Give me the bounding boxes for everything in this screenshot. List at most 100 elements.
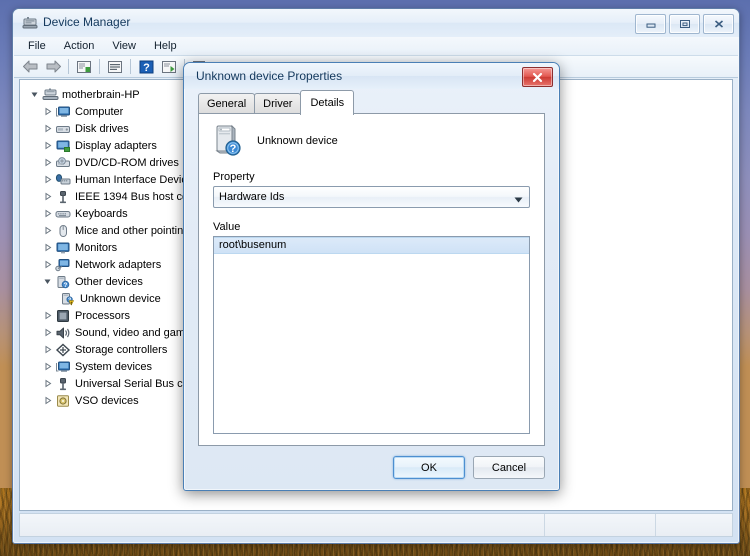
status-pane-secondary bbox=[545, 514, 656, 536]
tab-driver[interactable]: Driver bbox=[254, 93, 302, 114]
computer-icon bbox=[54, 104, 72, 120]
collapsed-twisty-icon[interactable] bbox=[41, 375, 54, 392]
value-list-item[interactable]: root\busenum bbox=[214, 237, 529, 254]
keyboard-icon bbox=[54, 206, 72, 222]
status-bar bbox=[19, 513, 733, 537]
chevron-down-icon[interactable] bbox=[514, 194, 523, 206]
dialog-tabs: General Driver Details bbox=[198, 90, 355, 115]
window-controls bbox=[635, 14, 734, 34]
window-titlebar[interactable]: Device Manager bbox=[13, 9, 739, 37]
tab-details[interactable]: Details bbox=[300, 90, 355, 115]
dialog-title: Unknown device Properties bbox=[196, 69, 343, 83]
collapsed-twisty-icon[interactable] bbox=[41, 103, 54, 120]
tree-label: VSO devices bbox=[75, 394, 139, 407]
collapsed-twisty-icon[interactable] bbox=[41, 137, 54, 154]
property-selected-value: Hardware Ids bbox=[219, 191, 285, 203]
tree-label: Computer bbox=[75, 105, 124, 118]
cancel-button[interactable]: Cancel bbox=[473, 456, 545, 479]
storage-controller-icon bbox=[54, 342, 72, 358]
value-label: Value bbox=[213, 221, 241, 233]
processor-icon bbox=[54, 308, 72, 324]
tree-label: Unknown device bbox=[80, 292, 161, 305]
svg-text:?: ? bbox=[64, 283, 68, 289]
unknown-device-icon: ? bbox=[54, 274, 72, 290]
tree-label: Sound, video and gam bbox=[75, 326, 186, 339]
back-arrow-icon[interactable] bbox=[19, 57, 41, 76]
collapsed-twisty-icon[interactable] bbox=[41, 256, 54, 273]
tree-label: Mice and other pointin bbox=[75, 224, 184, 237]
tree-label: IEEE 1394 Bus host con bbox=[75, 190, 195, 203]
collapsed-twisty-icon[interactable] bbox=[41, 171, 54, 188]
expanded-twisty-icon[interactable] bbox=[28, 86, 41, 103]
toolbar-separator bbox=[130, 59, 131, 74]
value-listbox[interactable]: root\busenum bbox=[213, 236, 530, 434]
collapsed-twisty-icon[interactable] bbox=[41, 358, 54, 375]
window-title: Device Manager bbox=[43, 15, 131, 29]
minimize-button[interactable] bbox=[635, 14, 666, 34]
dialog-buttons: OK Cancel bbox=[393, 456, 545, 479]
tree-label: Keyboards bbox=[75, 207, 128, 220]
update-driver-icon[interactable] bbox=[104, 57, 126, 76]
collapsed-twisty-icon[interactable] bbox=[41, 239, 54, 256]
display-adapter-icon bbox=[54, 138, 72, 154]
tree-label: System devices bbox=[75, 360, 153, 373]
property-dropdown[interactable]: Hardware Ids bbox=[213, 186, 530, 208]
collapsed-twisty-icon[interactable] bbox=[41, 392, 54, 409]
menu-help[interactable]: Help bbox=[146, 39, 185, 53]
forward-arrow-icon[interactable] bbox=[42, 57, 64, 76]
tree-label: Human Interface Devic bbox=[75, 173, 187, 186]
svg-text:?: ? bbox=[230, 143, 237, 155]
menu-action[interactable]: Action bbox=[56, 39, 103, 53]
status-pane-main bbox=[20, 514, 545, 536]
scan-hardware-icon[interactable] bbox=[158, 57, 180, 76]
collapsed-twisty-icon[interactable] bbox=[41, 205, 54, 222]
mouse-icon bbox=[54, 223, 72, 239]
menu-file[interactable]: File bbox=[20, 39, 54, 53]
menu-bar: File Action View Help bbox=[14, 37, 738, 56]
close-icon[interactable] bbox=[522, 67, 553, 87]
unknown-device-properties-dialog: Unknown device Properties General Driver… bbox=[183, 62, 560, 491]
tree-label: Universal Serial Bus co bbox=[75, 377, 189, 390]
close-button[interactable] bbox=[703, 14, 734, 34]
menu-view[interactable]: View bbox=[104, 39, 144, 53]
network-adapter-icon bbox=[54, 257, 72, 273]
toolbar-separator bbox=[68, 59, 69, 74]
tab-general[interactable]: General bbox=[198, 93, 256, 114]
expanded-twisty-icon[interactable] bbox=[41, 273, 54, 290]
toolbar-separator bbox=[99, 59, 100, 74]
dvd-drive-icon bbox=[54, 155, 72, 171]
property-label: Property bbox=[213, 171, 255, 183]
collapsed-twisty-icon[interactable] bbox=[41, 222, 54, 239]
collapsed-twisty-icon[interactable] bbox=[41, 188, 54, 205]
collapsed-twisty-icon[interactable] bbox=[41, 154, 54, 171]
tree-label: DVD/CD-ROM drives bbox=[75, 156, 179, 169]
system-device-icon bbox=[54, 359, 72, 375]
vso-device-icon bbox=[54, 393, 72, 409]
collapsed-twisty-icon[interactable] bbox=[41, 307, 54, 324]
collapsed-twisty-icon[interactable] bbox=[41, 324, 54, 341]
tree-label: Other devices bbox=[75, 275, 143, 288]
collapsed-twisty-icon[interactable] bbox=[41, 120, 54, 137]
unknown-device-large-icon: ? bbox=[213, 124, 247, 158]
collapsed-twisty-icon[interactable] bbox=[41, 341, 54, 358]
svg-text:?: ? bbox=[143, 62, 150, 74]
device-manager-icon bbox=[22, 15, 38, 31]
tree-label: motherbrain-HP bbox=[62, 88, 140, 101]
tree-label: Storage controllers bbox=[75, 343, 168, 356]
ieee1394-icon bbox=[54, 189, 72, 205]
monitor-icon bbox=[54, 240, 72, 256]
unknown-device-warning-icon: ? bbox=[59, 291, 77, 307]
tree-label: Processors bbox=[75, 309, 131, 322]
status-pane-tertiary bbox=[656, 514, 732, 536]
device-name: Unknown device bbox=[257, 135, 338, 147]
ok-button[interactable]: OK bbox=[393, 456, 465, 479]
properties-icon[interactable] bbox=[73, 57, 95, 76]
help-icon[interactable]: ? bbox=[135, 57, 157, 76]
disk-drive-icon bbox=[54, 121, 72, 137]
tree-label: Monitors bbox=[75, 241, 118, 254]
dialog-titlebar[interactable]: Unknown device Properties bbox=[184, 63, 559, 89]
dialog-body: General Driver Details ? Unknown device … bbox=[184, 89, 559, 490]
usb-icon bbox=[54, 376, 72, 392]
hid-icon bbox=[54, 172, 72, 188]
maximize-button[interactable] bbox=[669, 14, 700, 34]
